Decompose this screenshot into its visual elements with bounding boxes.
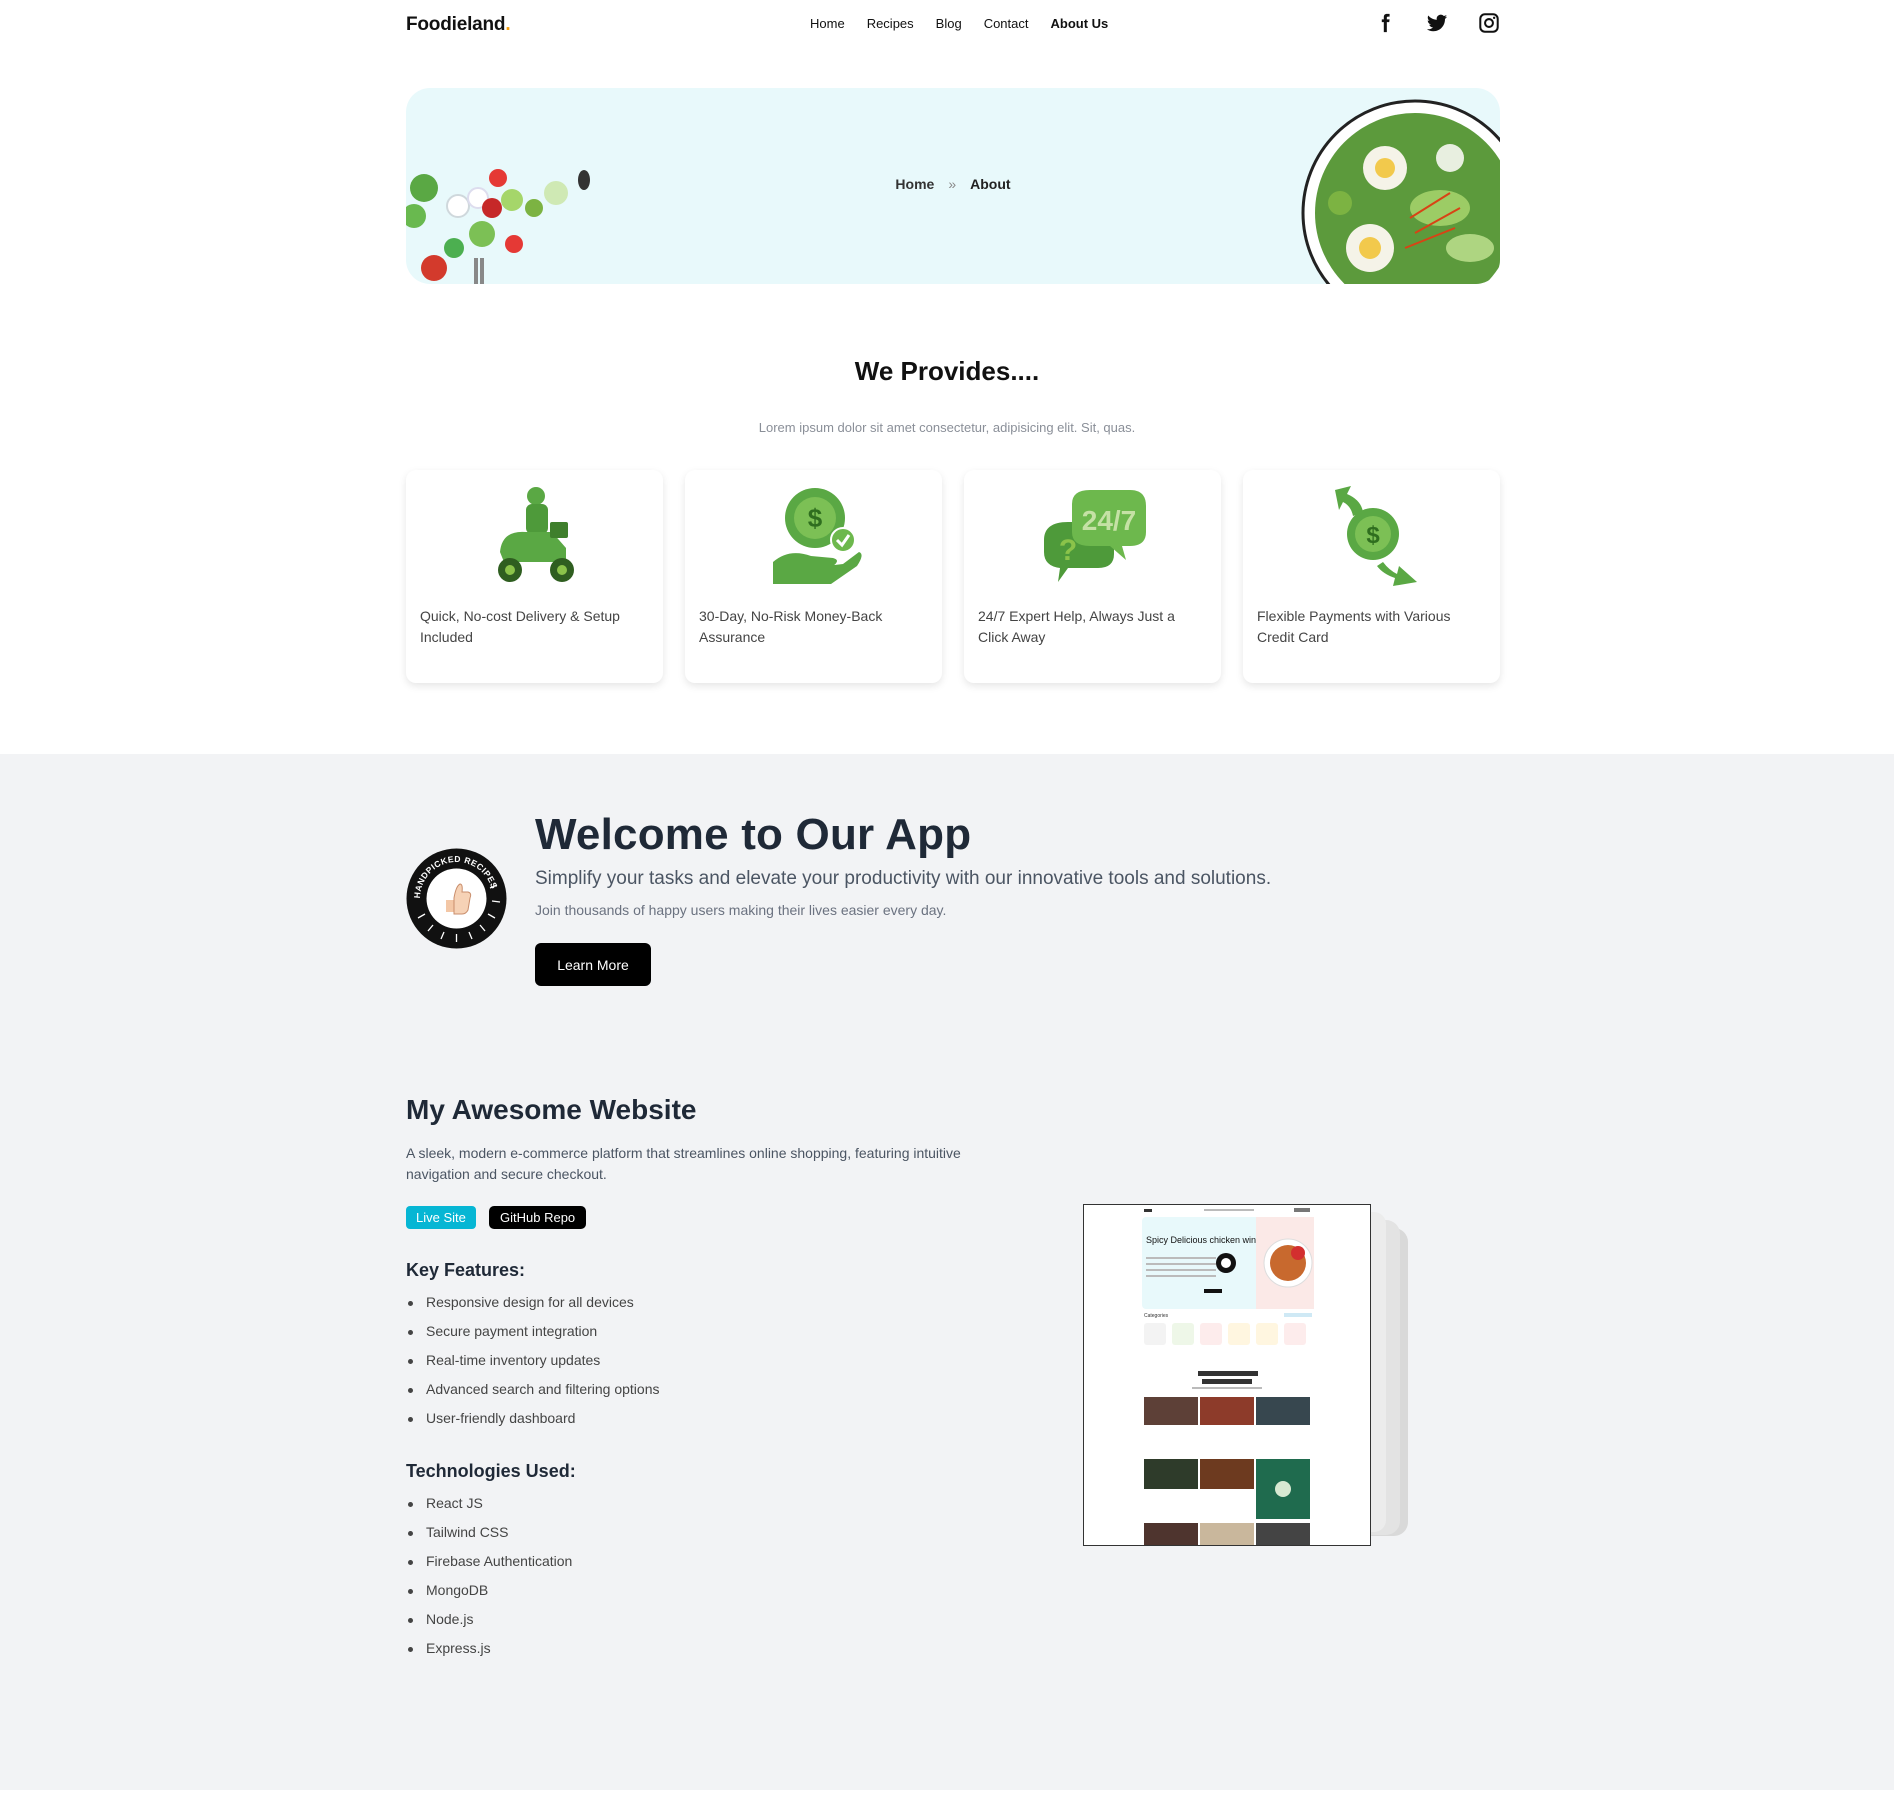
svg-text:$: $ — [807, 503, 822, 533]
tech-list: React JS Tailwind CSS Firebase Authentic… — [406, 1495, 572, 1669]
nav-about-us[interactable]: About Us — [1051, 16, 1109, 31]
salad-bowl-image — [1301, 99, 1500, 284]
list-item: React JS — [406, 1495, 572, 1524]
site-header: Foodieland. Home Recipes Blog Contact Ab… — [406, 0, 1500, 50]
welcome-caption: Join thousands of happy users making the… — [535, 902, 947, 918]
breadcrumb-separator-icon: » — [948, 176, 957, 192]
live-site-button[interactable]: Live Site — [406, 1206, 476, 1229]
provide-card-support: ? 24/7 24/7 Expert Help, Always Just a C… — [964, 470, 1221, 683]
project-description: A sleek, modern e-commerce platform that… — [406, 1145, 961, 1182]
logo[interactable]: Foodieland. — [406, 14, 511, 36]
scooter-delivery-icon — [497, 487, 574, 582]
nav-recipes[interactable]: Recipes — [867, 16, 914, 31]
nav-home[interactable]: Home — [810, 16, 845, 31]
svg-text:24/7: 24/7 — [1081, 505, 1136, 536]
breadcrumb-current: About — [970, 176, 1011, 192]
welcome-title: Welcome to Our App — [535, 810, 972, 859]
list-item: Tailwind CSS — [406, 1524, 572, 1553]
about-hero-banner: Home » About — [406, 88, 1500, 284]
money-back-icon: $ — [772, 488, 862, 584]
nav-contact[interactable]: Contact — [984, 16, 1029, 31]
list-item: Express.js — [406, 1640, 572, 1669]
provide-card-delivery: Quick, No-cost Delivery & Setup Included — [406, 470, 663, 683]
learn-more-button[interactable]: Learn More — [535, 943, 651, 986]
list-item: Node.js — [406, 1611, 572, 1640]
list-item: User-friendly dashboard — [406, 1410, 659, 1439]
support-24-7-icon: ? 24/7 — [1043, 490, 1146, 582]
nav-blog[interactable]: Blog — [936, 16, 962, 31]
provide-card-text: Quick, No-cost Delivery & Setup Included — [420, 608, 620, 645]
list-item: Responsive design for all devices — [406, 1294, 659, 1323]
welcome-subtitle: Simplify your tasks and elevate your pro… — [535, 868, 1272, 889]
provides-cards: Quick, No-cost Delivery & Setup Included… — [406, 470, 1500, 683]
provide-card-text: 24/7 Expert Help, Always Just a Click Aw… — [978, 608, 1175, 645]
provide-card-text: 30-Day, No-Risk Money-Back Assurance — [699, 608, 883, 645]
project-title: My Awesome Website — [406, 1094, 697, 1125]
breadcrumb-home[interactable]: Home — [895, 176, 934, 192]
main-nav: Home Recipes Blog Contact About Us — [810, 16, 1108, 31]
project-screenshot-image: Spicy Delicious chicken wings Categories — [1084, 1205, 1370, 1545]
instagram-icon[interactable] — [1478, 12, 1500, 34]
svg-text:Categories: Categories — [1144, 1313, 1169, 1319]
features-list: Responsive design for all devices Secure… — [406, 1294, 659, 1439]
provide-card-payments: $ Flexible Payments with Various Credit … — [1243, 470, 1500, 683]
svg-text:$: $ — [1366, 522, 1380, 549]
list-item: Advanced search and filtering options — [406, 1381, 659, 1410]
tech-heading: Technologies Used: — [406, 1461, 576, 1481]
app-section — [0, 754, 1894, 1790]
features-heading: Key Features: — [406, 1260, 526, 1280]
flexible-payment-icon: $ — [1334, 486, 1417, 586]
provides-subtitle: Lorem ipsum dolor sit amet consectetur, … — [758, 420, 1136, 435]
project-screenshot[interactable]: Spicy Delicious chicken wings Categories — [1083, 1204, 1371, 1546]
list-item: Secure payment integration — [406, 1323, 659, 1352]
provide-card-money-back: $ 30-Day, No-Risk Money-Back Assurance — [685, 470, 942, 683]
svg-text:Spicy Delicious chicken wings: Spicy Delicious chicken wings — [1146, 1235, 1266, 1245]
social-links — [1374, 12, 1500, 34]
provides-title: We Provides.... — [854, 356, 1040, 386]
list-item: MongoDB — [406, 1582, 572, 1611]
facebook-icon[interactable] — [1374, 12, 1396, 34]
handpicked-recipes-badge: HANDPICKED RECIPES — [406, 848, 507, 949]
provide-card-text: Flexible Payments with Various Credit Ca… — [1257, 608, 1451, 645]
github-repo-button[interactable]: GitHub Repo — [489, 1206, 587, 1229]
twitter-icon[interactable] — [1426, 12, 1448, 34]
list-item: Real-time inventory updates — [406, 1352, 659, 1381]
list-item: Firebase Authentication — [406, 1553, 572, 1582]
